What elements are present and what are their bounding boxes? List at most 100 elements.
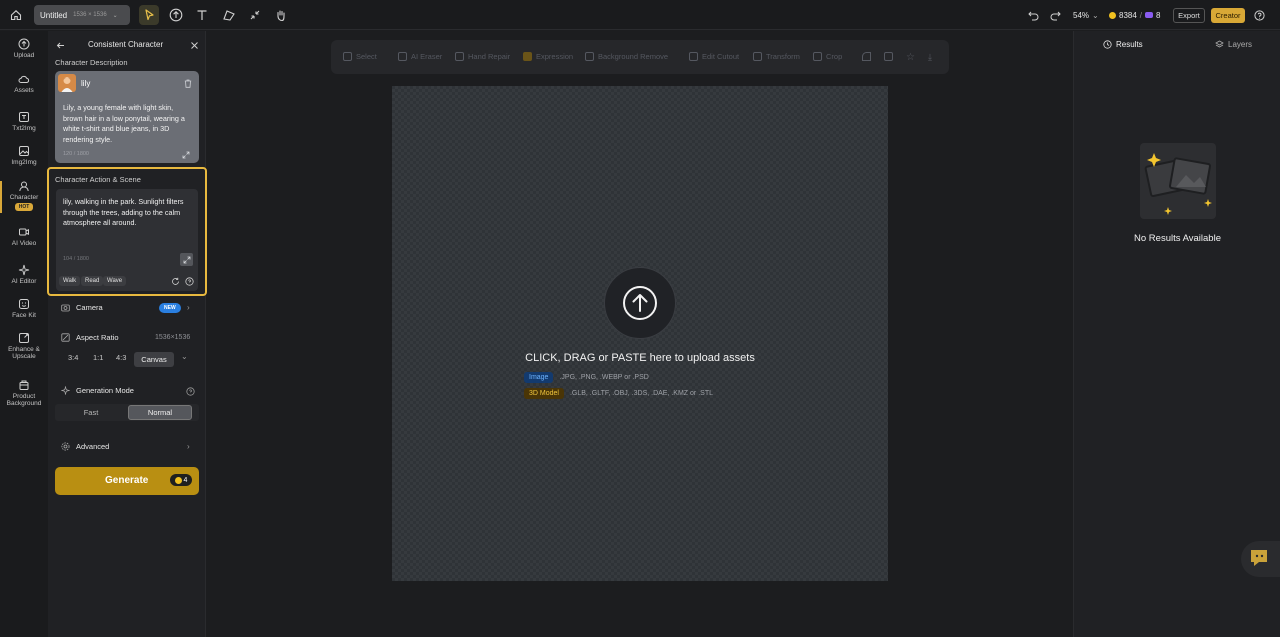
character-description-card[interactable]: lily Lily, a young female with light ski… [55, 71, 199, 163]
sidebar-item-label: Img2Img [11, 159, 37, 166]
ratio-3-4[interactable]: 3:4 [68, 353, 78, 362]
ratio-canvas[interactable]: Canvas [134, 352, 174, 367]
chip-read[interactable]: Read [81, 276, 104, 286]
toolbar-label: Edit Cutout [702, 52, 740, 61]
document-size: 1536 × 1536 [73, 12, 107, 18]
export-button[interactable]: Export [1173, 8, 1205, 23]
toolbar-label: Select [356, 52, 377, 61]
cursor-icon [145, 9, 154, 21]
sidebar-item-assets[interactable]: Assets [0, 73, 48, 94]
sidebar-item-character[interactable]: Character HOT [0, 180, 48, 212]
mode-normal-option[interactable]: Normal [128, 405, 192, 420]
toolbar-edit-cutout[interactable]: Edit Cutout [689, 52, 739, 61]
creator-button[interactable]: Creator [1211, 8, 1245, 23]
toolbar-crop[interactable]: Crop [813, 52, 842, 61]
help-button[interactable] [1252, 8, 1266, 22]
chevron-down-icon: ⌄ [1092, 10, 1099, 20]
sidebar-item-upload[interactable]: Upload [0, 38, 48, 59]
select-tool-button[interactable] [139, 5, 159, 25]
sidebar-item-txt2img[interactable]: Txt2Img [0, 111, 48, 132]
cube-icon [884, 52, 893, 61]
toolbar-background-remove[interactable]: Background Remove [585, 52, 668, 61]
toolbar-hand-repair[interactable]: Hand Repair [455, 52, 510, 61]
chevron-down-icon[interactable]: ⌄ [181, 352, 188, 361]
document-title-dropdown[interactable]: Untitled 1536 × 1536 ⌄ [34, 5, 130, 25]
camera-row[interactable]: Camera [61, 303, 103, 312]
tab-layers[interactable]: Layers [1215, 40, 1252, 49]
sidebar-item-ai-video[interactable]: AI Video [0, 226, 48, 247]
generate-cost-value: 4 [183, 476, 188, 484]
model-tag: 3D Model [524, 388, 564, 399]
sidebar-item-label: Face Kit [12, 312, 36, 319]
generation-mode-row: Generation Mode [61, 386, 134, 395]
character-description-text: Lily, a young female with light skin, br… [63, 103, 185, 144]
character-action-input[interactable]: lily, walking in the park. Sunlight filt… [56, 189, 198, 291]
photos-icon [1144, 153, 1212, 215]
download-icon: ⤓ [928, 52, 932, 62]
chevron-down-icon: ⌄ [112, 12, 118, 19]
ratio-1-1[interactable]: 1:1 [93, 353, 103, 362]
hand-tool-button[interactable] [272, 6, 290, 24]
advanced-row[interactable]: Advanced [61, 442, 109, 451]
toolbar-curve[interactable] [862, 52, 871, 61]
chat-support-button[interactable] [1241, 541, 1280, 577]
toolbar-expression[interactable]: Expression [523, 52, 573, 61]
consistent-character-panel: Consistent Character Character Descripti… [47, 31, 207, 637]
sidebar-item-product-background[interactable]: Product Background [0, 379, 48, 408]
text-tool-button[interactable] [193, 6, 211, 24]
character-avatar[interactable] [58, 74, 76, 92]
toolbar-transform[interactable]: Transform [753, 52, 800, 61]
close-icon[interactable] [188, 39, 200, 51]
mode-icon [61, 386, 70, 395]
chevron-right-icon[interactable]: › [187, 303, 190, 312]
expand-icon[interactable] [181, 150, 191, 160]
tab-results[interactable]: Results [1103, 40, 1143, 49]
upload-button[interactable] [604, 267, 676, 339]
sidebar-item-enhance-upscale[interactable]: Enhance & Upscale [0, 332, 48, 361]
pen-tool-button[interactable] [220, 6, 238, 24]
toolbar-download[interactable]: ⤓ [928, 52, 932, 63]
toolbar-select[interactable]: Select [343, 52, 377, 61]
redo-icon [1050, 11, 1061, 20]
toolbar-ai-eraser[interactable]: AI Eraser [398, 52, 442, 61]
empty-results-text: No Results Available [1134, 233, 1221, 244]
credits-value: 8384 [1119, 10, 1137, 20]
home-icon[interactable] [8, 7, 24, 23]
ratio-4-3[interactable]: 4:3 [116, 353, 126, 362]
trash-icon[interactable] [183, 78, 193, 88]
collapse-tool-button[interactable] [246, 6, 264, 24]
sidebar-item-label: Assets [14, 87, 34, 94]
sidebar-item-img2img[interactable]: Img2Img [0, 145, 48, 166]
face-icon [19, 299, 29, 309]
help-icon[interactable] [185, 386, 195, 396]
redo-button[interactable] [1048, 8, 1062, 22]
chip-wave[interactable]: Wave [103, 276, 127, 286]
background-remove-icon [585, 52, 594, 61]
coin-icon [1109, 11, 1116, 19]
expression-icon [523, 52, 532, 61]
hot-badge: HOT [14, 203, 34, 212]
zoom-dropdown[interactable]: 54% ⌄ [1073, 6, 1099, 24]
refresh-icon[interactable] [170, 276, 181, 287]
toolbar-3d[interactable] [884, 52, 893, 61]
toolbar-favorite[interactable]: ☆ [906, 52, 915, 63]
arrow-up-circle-icon [623, 286, 657, 320]
undo-button[interactable] [1026, 8, 1040, 22]
sidebar-item-face-kit[interactable]: Face Kit [0, 298, 48, 319]
upload-canvas[interactable]: CLICK, DRAG or PASTE here to upload asse… [392, 86, 888, 581]
upload-circle-tool-button[interactable] [167, 6, 185, 24]
back-arrow-icon[interactable] [54, 39, 66, 51]
aspect-ratio-label: Aspect Ratio [76, 333, 119, 342]
expand-icon[interactable] [180, 253, 193, 266]
generate-button[interactable]: Generate 4 [55, 467, 199, 495]
credits-indicator[interactable]: 8384 / 8 [1109, 6, 1160, 24]
description-char-count: 120 / 1800 [63, 151, 89, 157]
chip-walk[interactable]: Walk [59, 276, 81, 286]
text-icon [197, 10, 207, 20]
cloud-icon [18, 75, 30, 83]
help-icon[interactable] [184, 276, 195, 287]
sidebar-item-ai-editor[interactable]: AI Editor [0, 264, 48, 285]
mode-fast-option[interactable]: Fast [55, 404, 127, 421]
sidebar-item-label: AI Video [11, 240, 37, 247]
chevron-right-icon[interactable]: › [187, 442, 190, 451]
